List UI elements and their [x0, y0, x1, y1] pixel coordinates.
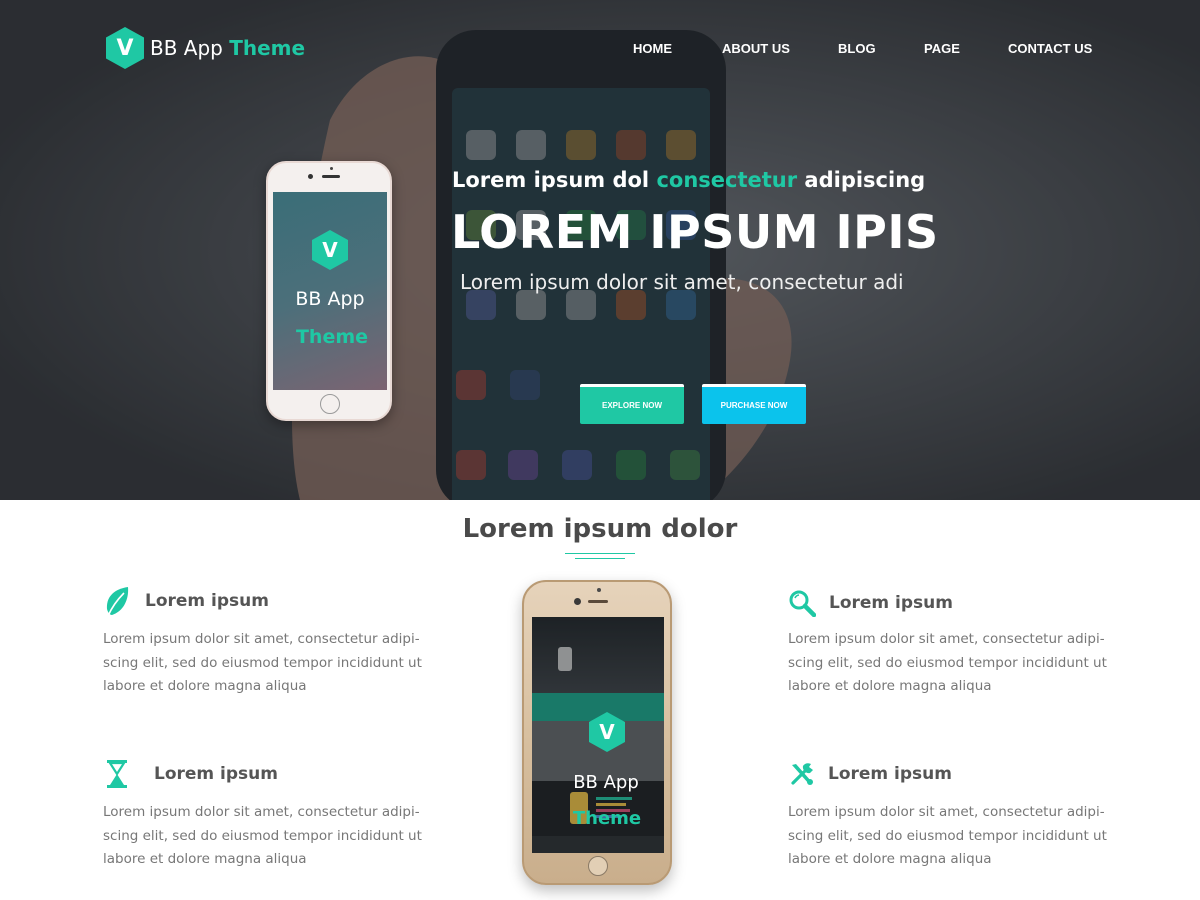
features-section-title: Lorem ipsum dolor	[462, 514, 738, 544]
phone-speaker	[588, 600, 608, 603]
hourglass-icon	[103, 759, 131, 789]
hero-subheadline: Lorem ipsum dolor sit amet, consectetur …	[460, 270, 904, 294]
phone-logo-line2: Theme	[572, 808, 642, 829]
hero-tagline-part2: adipiscing	[804, 168, 926, 192]
magnifier-icon	[788, 588, 816, 618]
feature-card: Lorem ipsum Lorem ipsum dolor sit amet, …	[103, 584, 423, 699]
phone-speaker	[322, 175, 340, 178]
feature-title: Lorem ipsum	[145, 591, 269, 611]
hero-tagline-part1: Lorem ipsum dol	[452, 168, 650, 192]
nav-contact-us[interactable]: CONTACT US	[1008, 41, 1092, 56]
feature-title: Lorem ipsum	[154, 764, 278, 784]
features-phone-screen: V BB App Theme	[532, 617, 664, 853]
phone-logo-line1: BB App	[295, 288, 365, 310]
phone-front-camera	[308, 174, 313, 179]
phone-logo-line1: BB App	[573, 772, 639, 793]
features-phone-mockup: V BB App Theme	[522, 580, 672, 885]
feature-description: Lorem ipsum dolor sit amet, consectetur …	[103, 804, 422, 867]
nav-about-us[interactable]: ABOUT US	[722, 41, 790, 56]
hero-headline: LOREM IPSUM IPIS	[451, 205, 939, 259]
hero-tagline-accent: consectetur	[656, 168, 798, 192]
hero-tagline: Lorem ipsum dol consectetur adipiscing	[452, 168, 925, 192]
feature-title: Lorem ipsum	[829, 593, 953, 613]
feature-card: Lorem ipsum Lorem ipsum dolor sit amet, …	[788, 757, 1108, 872]
phone-sensor	[330, 167, 333, 170]
phone-home-button	[320, 394, 340, 414]
nav-page[interactable]: PAGE	[924, 41, 960, 56]
phone-sensor	[597, 588, 601, 592]
hero-phone-mockup: V BB App Theme	[266, 161, 392, 421]
phone-logo-line2: Theme	[295, 326, 369, 348]
phone-home-button	[588, 856, 608, 876]
feature-description: Lorem ipsum dolor sit amet, consectetur …	[788, 804, 1107, 867]
feature-title: Lorem ipsum	[828, 764, 952, 784]
explore-now-button[interactable]: EXPLORE NOW	[580, 384, 684, 424]
feature-card: Lorem ipsum Lorem ipsum dolor sit amet, …	[103, 757, 423, 872]
main-navigation: HOME ABOUT US BLOG PAGE CONTACT US	[0, 41, 1200, 61]
nav-blog[interactable]: BLOG	[838, 41, 876, 56]
hero-section: V BB App Theme HOME ABOUT US BLOG PAGE C…	[0, 0, 1200, 500]
phone-front-camera	[574, 598, 581, 605]
feature-card: Lorem ipsum Lorem ipsum dolor sit amet, …	[788, 586, 1108, 699]
tools-icon	[788, 759, 816, 789]
section-title-underline	[565, 553, 635, 561]
phone-logo-hexagon-icon: V	[312, 230, 348, 270]
nav-home[interactable]: HOME	[633, 41, 672, 56]
feature-description: Lorem ipsum dolor sit amet, consectetur …	[788, 631, 1107, 694]
hero-phone-screen: V BB App Theme	[273, 192, 387, 390]
leaf-icon	[103, 586, 131, 617]
feature-description: Lorem ipsum dolor sit amet, consectetur …	[103, 631, 422, 694]
purchase-now-button[interactable]: PURCHASE NOW	[702, 384, 806, 424]
